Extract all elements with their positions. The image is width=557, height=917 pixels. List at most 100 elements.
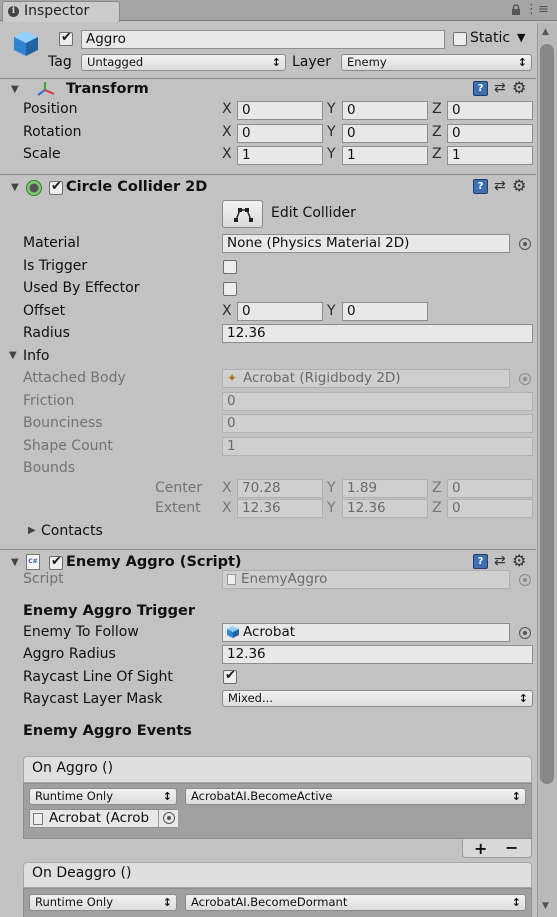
script-foldout-arrow[interactable]: ▼: [11, 557, 19, 568]
extent-y-field: 12.36: [342, 499, 428, 518]
script-file-icon: [33, 813, 43, 825]
center-x-field: 70.28: [237, 479, 323, 498]
edit-collider-button[interactable]: [222, 200, 263, 228]
gear-icon[interactable]: ⚙: [512, 551, 526, 570]
scroll-up-arrow[interactable]: ▲: [542, 27, 549, 37]
position-x-field[interactable]: 0: [237, 101, 323, 120]
script-file-icon: C#: [26, 554, 40, 570]
raycast-mask-dropdown[interactable]: Mixed...: [222, 690, 533, 707]
layer-dropdown[interactable]: Enemy: [341, 54, 532, 71]
transform-title: Transform: [66, 81, 149, 97]
gear-icon[interactable]: ⚙: [512, 176, 526, 195]
scale-x-field[interactable]: 1: [237, 146, 323, 165]
offset-label: Offset: [23, 303, 66, 319]
tab-title: Inspector: [24, 3, 90, 19]
raycast-los-checkbox[interactable]: [223, 668, 237, 684]
center-label: Center: [155, 480, 203, 496]
on-aggro-target-field[interactable]: Acrobat (Acrob: [29, 809, 177, 828]
scroll-down-arrow[interactable]: ▼: [542, 901, 549, 911]
offset-y-field[interactable]: 0: [342, 302, 428, 321]
position-z-field[interactable]: 0: [447, 101, 533, 120]
axis-x-label[interactable]: X: [222, 146, 232, 162]
axis-z-label[interactable]: Z: [432, 146, 442, 162]
bounds-label: Bounds: [23, 460, 76, 476]
scale-y-field[interactable]: 1: [342, 146, 428, 165]
menu-icon[interactable]: ⋮≡: [525, 2, 549, 17]
collider-header-icons: ? ⇄ ⚙: [473, 176, 531, 195]
material-field[interactable]: None (Physics Material 2D): [222, 234, 510, 253]
info-foldout-arrow[interactable]: ▼: [9, 350, 17, 361]
axis-y-label[interactable]: Y: [327, 101, 336, 117]
enemy-to-follow-field[interactable]: Acrobat: [222, 623, 510, 642]
lock-icon[interactable]: [511, 4, 521, 16]
object-picker-icon[interactable]: [519, 627, 531, 639]
object-picker-icon: [519, 574, 531, 586]
add-listener-button[interactable]: +: [474, 839, 487, 858]
axis-x-label: X: [222, 480, 232, 496]
gear-icon[interactable]: ⚙: [512, 78, 526, 97]
axis-y-label[interactable]: Y: [327, 146, 336, 162]
active-checkbox[interactable]: [59, 30, 73, 46]
scale-z-field[interactable]: 1: [447, 146, 533, 165]
used-by-effector-checkbox[interactable]: [223, 282, 237, 296]
extent-x-field: 12.36: [237, 499, 323, 518]
center-y-field: 1.89: [342, 479, 428, 498]
on-deaggro-mode-dropdown[interactable]: Runtime Only: [29, 894, 177, 911]
object-name-field[interactable]: Aggro: [81, 30, 445, 49]
static-checkbox[interactable]: [453, 32, 467, 46]
circle-collider-icon: [25, 179, 43, 197]
contacts-foldout-arrow[interactable]: ▶: [28, 525, 36, 536]
bounciness-field: 0: [222, 414, 533, 433]
position-y-field[interactable]: 0: [342, 101, 428, 120]
transform-foldout-arrow[interactable]: ▼: [11, 84, 19, 95]
axis-z-label[interactable]: Z: [432, 124, 442, 140]
scrollbar-thumb[interactable]: [540, 44, 554, 784]
object-picker-icon[interactable]: [163, 812, 175, 824]
on-aggro-function-dropdown[interactable]: AcrobatAI.BecomeActive: [185, 788, 526, 805]
is-trigger-checkbox[interactable]: [223, 260, 237, 274]
on-deaggro-function-dropdown[interactable]: AcrobatAI.BecomeDormant: [185, 894, 526, 911]
script-enabled-checkbox[interactable]: [49, 554, 63, 570]
script-title: Enemy Aggro (Script): [66, 554, 242, 570]
remove-listener-button[interactable]: −: [505, 838, 518, 857]
help-book-icon[interactable]: ?: [473, 81, 488, 96]
object-picker-icon[interactable]: [519, 238, 531, 250]
tab-inspector[interactable]: i Inspector: [2, 1, 120, 22]
gameobject-cube-icon: [12, 29, 40, 57]
axis-z-label: Z: [432, 480, 442, 496]
script-header-icons: ? ⇄ ⚙: [473, 551, 531, 570]
tag-dropdown[interactable]: Untagged: [81, 54, 286, 71]
edit-collider-label[interactable]: Edit Collider: [271, 205, 356, 221]
collider-enabled-checkbox[interactable]: [49, 179, 63, 195]
rotation-y-field[interactable]: 0: [342, 124, 428, 143]
collider-foldout-arrow[interactable]: ▼: [11, 182, 19, 193]
aggro-radius-field[interactable]: 12.36: [222, 645, 533, 664]
script-value: EnemyAggro: [241, 571, 328, 587]
rotation-z-field[interactable]: 0: [447, 124, 533, 143]
rotation-x-field[interactable]: 0: [237, 124, 323, 143]
axis-x-label[interactable]: X: [222, 303, 232, 319]
layer-label: Layer: [292, 54, 332, 70]
edit-collider-icon: [234, 208, 253, 222]
axis-x-label: X: [222, 500, 232, 516]
contacts-label[interactable]: Contacts: [41, 523, 103, 539]
preset-icon[interactable]: ⇄: [494, 179, 506, 194]
axis-x-label[interactable]: X: [222, 124, 232, 140]
axis-y-label[interactable]: Y: [327, 303, 336, 319]
preset-icon[interactable]: ⇄: [494, 554, 506, 569]
offset-x-field[interactable]: 0: [237, 302, 323, 321]
on-aggro-mode-dropdown[interactable]: Runtime Only: [29, 788, 177, 805]
axis-y-label[interactable]: Y: [327, 124, 336, 140]
help-book-icon[interactable]: ?: [473, 554, 488, 569]
preset-icon[interactable]: ⇄: [494, 81, 506, 96]
radius-field[interactable]: 12.36: [222, 324, 533, 343]
attached-body-value: Acrobat (Rigidbody 2D): [243, 370, 401, 386]
help-book-icon[interactable]: ?: [473, 179, 488, 194]
script-label: Script: [23, 571, 64, 587]
static-dropdown-arrow[interactable]: ▼: [517, 31, 525, 44]
axis-z-label[interactable]: Z: [432, 101, 442, 117]
is-trigger-label: Is Trigger: [23, 258, 88, 274]
axis-x-label[interactable]: X: [222, 101, 232, 117]
info-label[interactable]: Info: [23, 348, 50, 364]
on-deaggro-title: On Deaggro (): [32, 865, 132, 881]
